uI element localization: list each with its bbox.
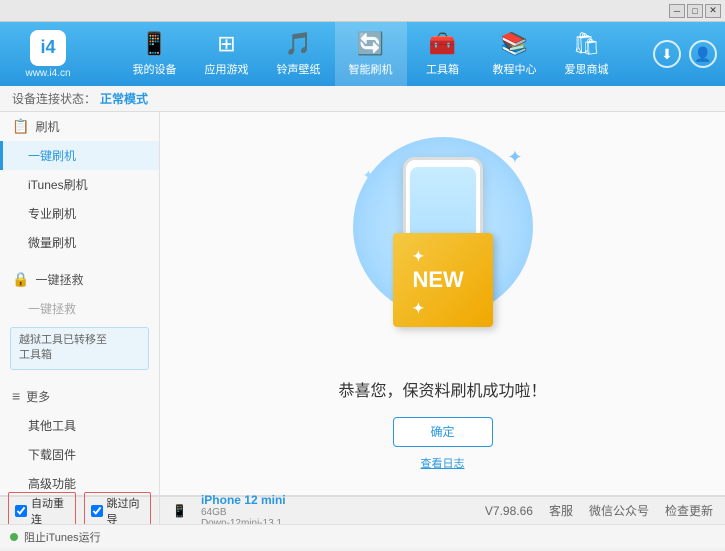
new-badge: NEW: [393, 233, 493, 327]
nav-apps-games[interactable]: ⊞ 应用游戏: [191, 22, 263, 86]
sidebar-item-other-tools[interactable]: 其他工具: [0, 411, 159, 440]
status-label: 设备连接状态：: [12, 90, 96, 107]
version-label: V7.98.66: [485, 504, 533, 518]
confirm-button[interactable]: 确定: [393, 417, 493, 447]
tutorial-icon: 📚: [501, 31, 528, 57]
more-section-icon: ≡: [12, 388, 20, 404]
skip-wizard-checkbox[interactable]: [91, 505, 103, 517]
wechat-link[interactable]: 微信公众号: [589, 502, 649, 519]
itunes-row: 阻止iTunes运行: [0, 524, 725, 548]
auto-reconnect-checkbox[interactable]: [15, 505, 27, 517]
itunes-status-label: 阻止iTunes运行: [24, 529, 101, 545]
sidebar-note-jailbreak: 越狱工具已转移至工具箱: [10, 327, 149, 370]
nav-toolbox[interactable]: 🧰 工具箱: [407, 22, 479, 86]
sidebar-item-download-fw[interactable]: 下载固件: [0, 440, 159, 469]
bottom-main-row: 自动重连 跳过向导 📱 iPhone 12 mini 64GB Down-12m…: [0, 496, 725, 524]
toolbox-icon: 🧰: [429, 31, 456, 57]
itunes-status: 阻止iTunes运行: [10, 529, 101, 545]
nav-store[interactable]: 🛍 爱思商城: [551, 22, 623, 86]
logo-icon: i4: [30, 30, 66, 66]
nav-bar: 📱 我的设备 ⊞ 应用游戏 🎵 铃声壁纸 🔄 智能刷机 🧰 工具箱 📚 教程中心…: [88, 22, 653, 86]
close-button[interactable]: ✕: [705, 4, 721, 18]
nav-wallpaper[interactable]: 🎵 铃声壁纸: [263, 22, 335, 86]
sidebar: 📋 刷机 一键刷机 iTunes刷机 专业刷机 微量刷机 🔒 一键拯救 一键拯救…: [0, 112, 160, 495]
smart-flash-icon: 🔄: [357, 31, 384, 57]
advanced-label: 高级功能: [28, 477, 76, 491]
check-update-link[interactable]: 检查更新: [665, 502, 713, 519]
sparkle-left: ✦: [363, 167, 375, 184]
main-content: 📋 刷机 一键刷机 iTunes刷机 专业刷机 微量刷机 🔒 一键拯救 一键拯救…: [0, 112, 725, 495]
header-right: ⬇ 👤: [653, 40, 717, 68]
rescue-grayed-label: 一键拯救: [28, 302, 76, 316]
nav-smart-flash[interactable]: 🔄 智能刷机: [335, 22, 407, 86]
download-button[interactable]: ⬇: [653, 40, 681, 68]
title-bar: ─ □ ✕: [0, 0, 725, 22]
status-bar: 设备连接状态： 正常模式: [0, 86, 725, 112]
itunes-flash-label: iTunes刷机: [28, 178, 88, 192]
nav-tutorial[interactable]: 📚 教程中心: [479, 22, 551, 86]
logo-sub: www.i4.cn: [25, 68, 70, 79]
phone-icon: 📱: [141, 31, 168, 57]
nav-store-label: 爱思商城: [565, 61, 609, 77]
success-message: 恭喜您，保资料刷机成功啦！: [338, 377, 546, 401]
full-bottom: 自动重连 跳过向导 📱 iPhone 12 mini 64GB Down-12m…: [0, 495, 725, 551]
bottom-content-portion: 📱 iPhone 12 mini 64GB Down-12mini-13,1 V…: [160, 497, 725, 524]
customer-service-link[interactable]: 客服: [549, 502, 573, 519]
sidebar-item-onekey-flash[interactable]: 一键刷机: [0, 141, 159, 170]
nav-smart-flash-label: 智能刷机: [349, 61, 393, 77]
rescue-section-icon: 🔒: [12, 271, 29, 288]
flash-section-label: 刷机: [35, 118, 59, 135]
bottom-sidebar-portion: 自动重连 跳过向导: [0, 497, 160, 524]
view-log-link[interactable]: 查看日志: [421, 455, 465, 471]
nav-toolbox-label: 工具箱: [426, 61, 459, 77]
nav-apps-label: 应用游戏: [205, 61, 249, 77]
auto-reconnect-label: 自动重连: [31, 495, 69, 527]
user-button[interactable]: 👤: [689, 40, 717, 68]
device-phone-icon: 📱: [172, 504, 187, 518]
nav-tutorial-label: 教程中心: [493, 61, 537, 77]
device-storage: 64GB: [201, 507, 286, 518]
header: i4 www.i4.cn 📱 我的设备 ⊞ 应用游戏 🎵 铃声壁纸 🔄 智能刷机…: [0, 22, 725, 86]
skip-wizard-label: 跳过向导: [107, 495, 145, 527]
store-icon: 🛍: [573, 31, 601, 57]
logo-text: i4: [40, 37, 55, 58]
footer-links: V7.98.66 客服 微信公众号 检查更新: [485, 502, 713, 519]
onekey-flash-label: 一键刷机: [28, 149, 76, 163]
nav-my-device[interactable]: 📱 我的设备: [119, 22, 191, 86]
content-area: ✦ ✦ NEW 恭喜您，保资料刷机成功啦！ 确定 查看日志: [160, 112, 725, 495]
sidebar-item-itunes-flash[interactable]: iTunes刷机: [0, 170, 159, 199]
other-tools-label: 其他工具: [28, 419, 76, 433]
sidebar-grayed-rescue: 一键拯救: [0, 294, 159, 323]
download-fw-label: 下载固件: [28, 448, 76, 462]
more-section-label: 更多: [26, 388, 50, 405]
wallpaper-icon: 🎵: [285, 31, 312, 57]
status-value: 正常模式: [100, 90, 148, 107]
sidebar-item-pro-flash[interactable]: 专业刷机: [0, 199, 159, 228]
apps-icon: ⊞: [217, 31, 235, 57]
pro-flash-label: 专业刷机: [28, 207, 76, 221]
flash-section-icon: 📋: [12, 118, 29, 135]
minimize-button[interactable]: ─: [669, 4, 685, 18]
window-controls[interactable]: ─ □ ✕: [669, 4, 721, 18]
save-flash-label: 微量刷机: [28, 236, 76, 250]
sidebar-item-save-flash[interactable]: 微量刷机: [0, 228, 159, 257]
nav-my-device-label: 我的设备: [133, 61, 177, 77]
logo: i4 www.i4.cn: [8, 30, 88, 79]
phone-illustration: ✦ ✦ NEW: [343, 137, 543, 357]
sidebar-section-rescue: 🔒 一键拯救: [0, 265, 159, 294]
rescue-section-label: 一键拯救: [35, 271, 83, 288]
maximize-button[interactable]: □: [687, 4, 703, 18]
sidebar-section-flash: 📋 刷机: [0, 112, 159, 141]
sidebar-section-more: ≡ 更多: [0, 382, 159, 411]
note-text: 越狱工具已转移至工具箱: [19, 334, 107, 361]
nav-wallpaper-label: 铃声壁纸: [277, 61, 321, 77]
sparkle-right: ✦: [507, 147, 522, 168]
status-dot: [10, 533, 18, 541]
